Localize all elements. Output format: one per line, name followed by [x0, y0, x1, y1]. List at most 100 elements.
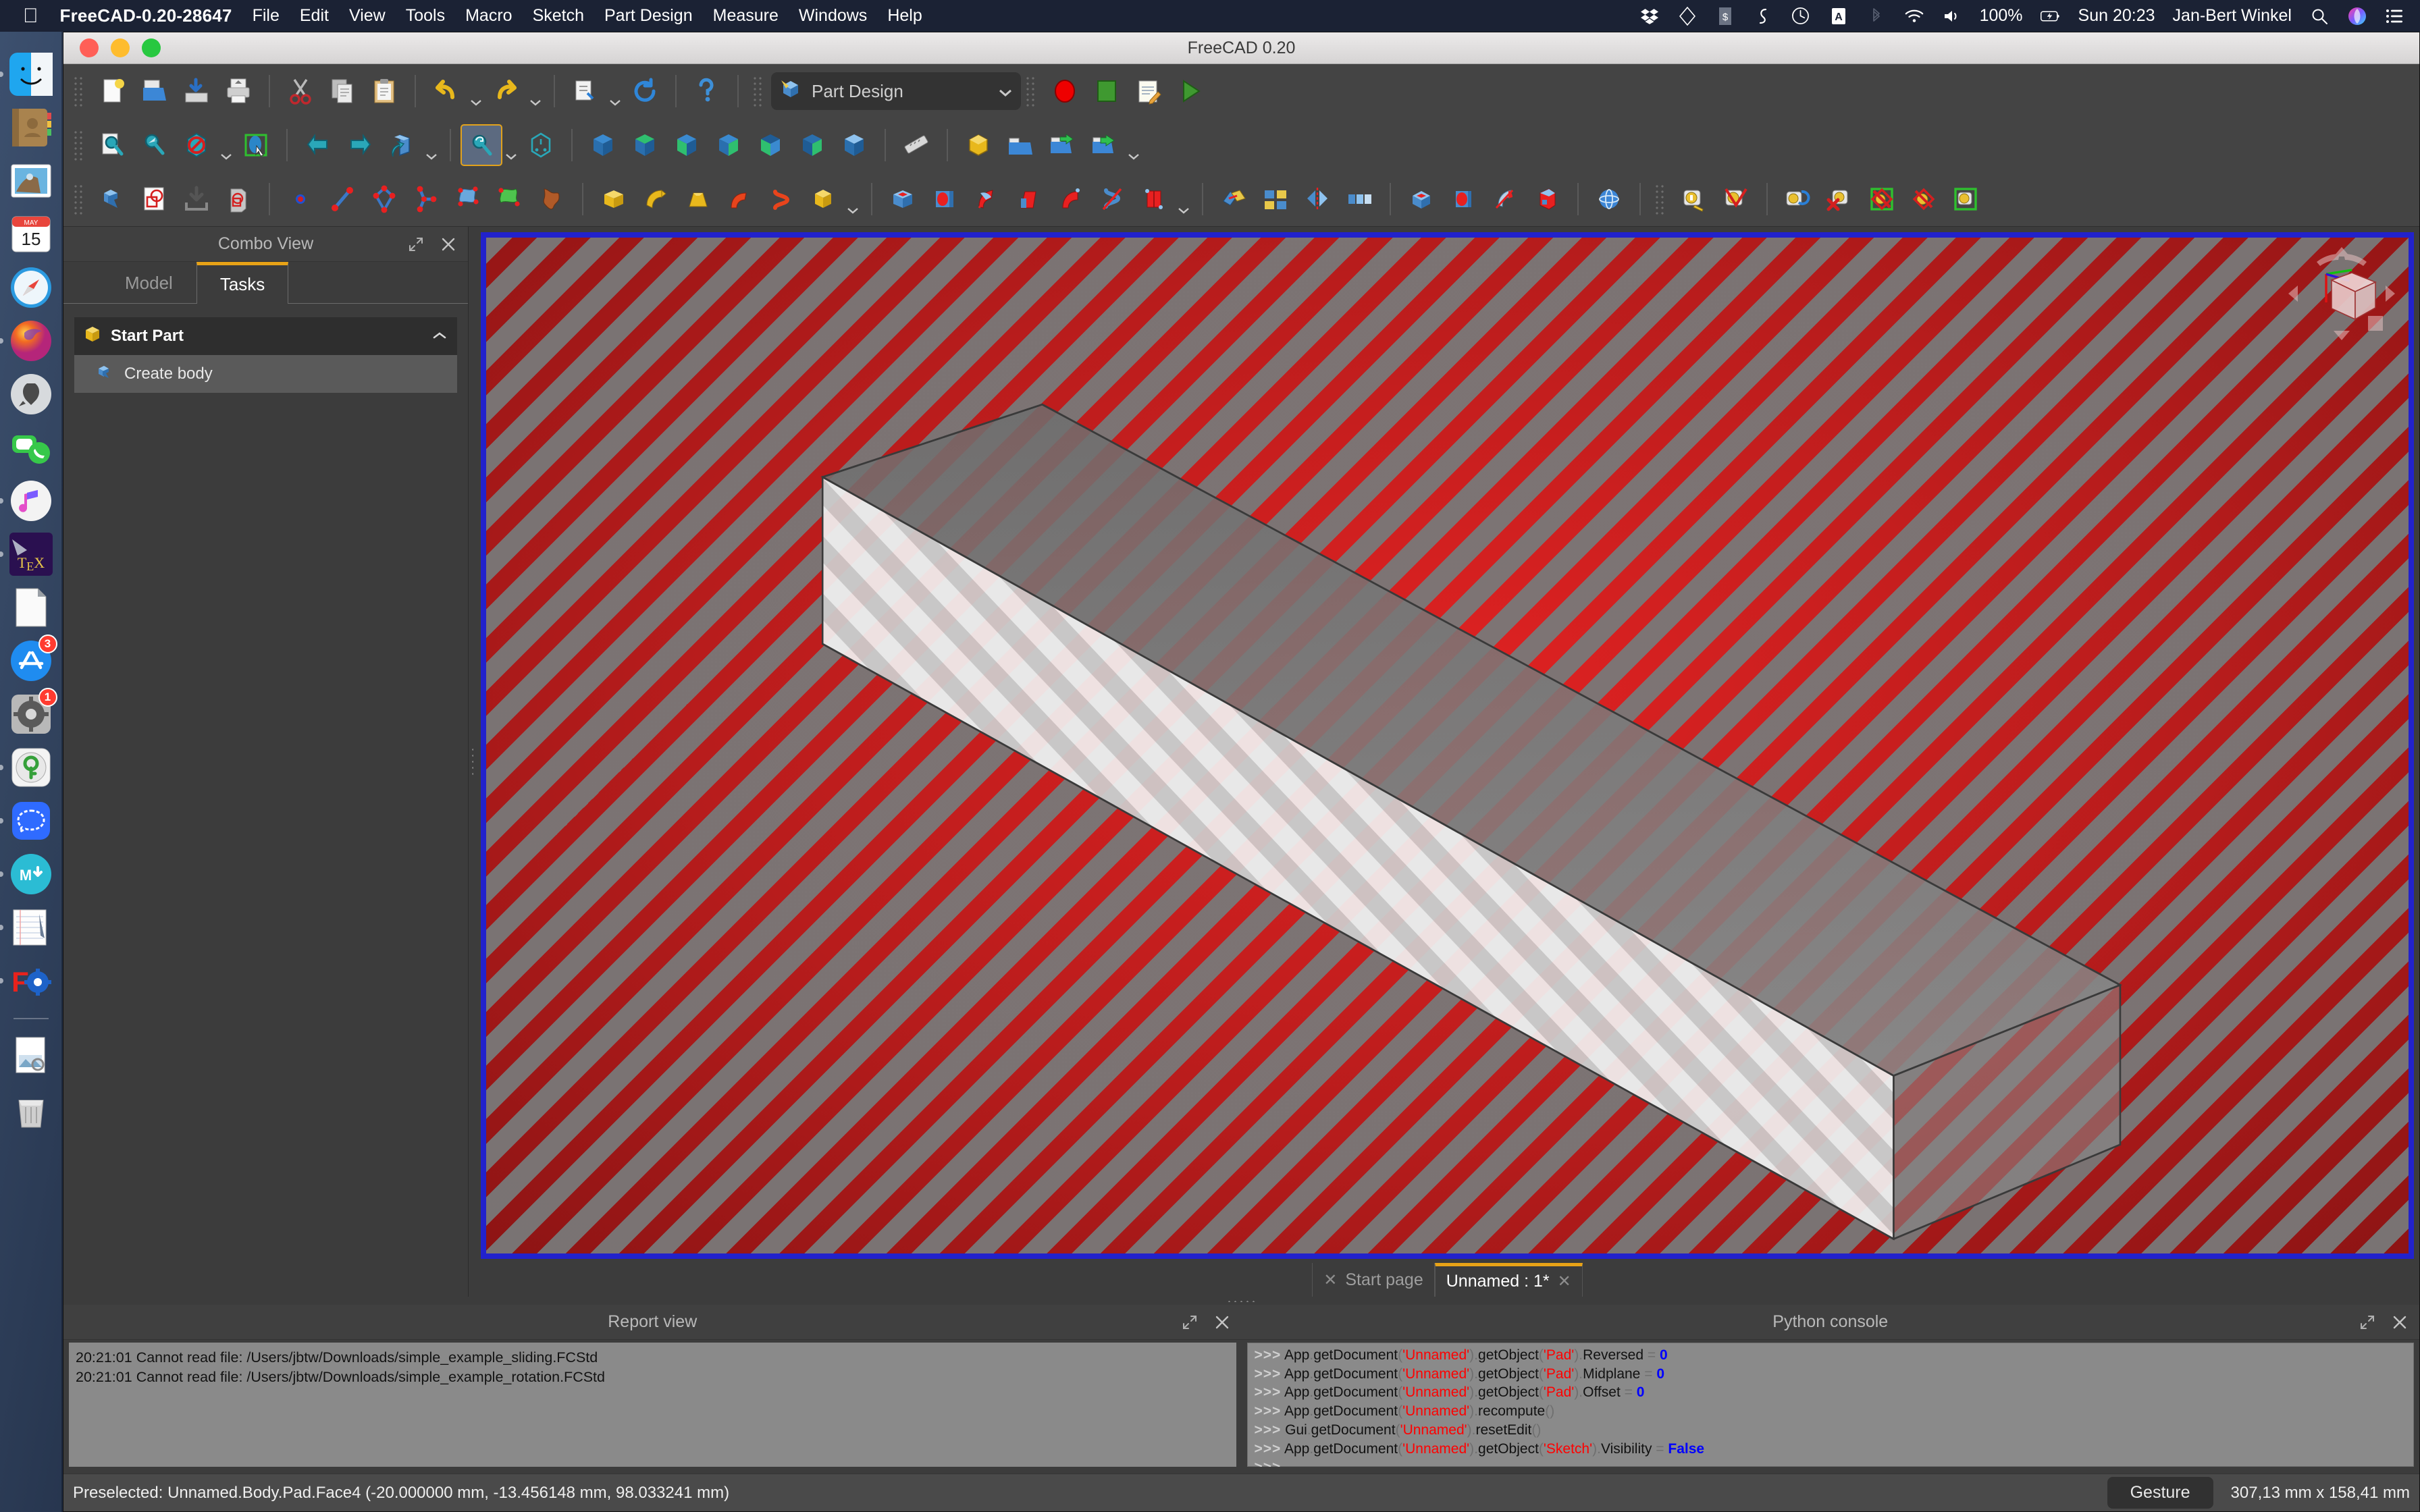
create-point-icon[interactable]: [280, 178, 321, 220]
measure-toggle-all-icon[interactable]: [1945, 178, 1987, 220]
dollar-script-icon[interactable]: $: [1715, 6, 1735, 26]
toolbar-grip[interactable]: [752, 76, 764, 107]
workbench-selector[interactable]: Part Design: [771, 72, 1021, 110]
axonometric-icon[interactable]: [381, 124, 423, 166]
panel-splitter-horizontal[interactable]: [63, 1297, 2419, 1305]
menu-view[interactable]: View: [349, 6, 386, 26]
menu-file[interactable]: File: [253, 6, 280, 26]
fillet-icon[interactable]: [1400, 178, 1442, 220]
attach-sketch-icon[interactable]: [176, 178, 217, 220]
measure-angle-icon[interactable]: [1715, 178, 1757, 220]
open-file-icon[interactable]: [134, 70, 176, 112]
std-view-back-icon[interactable]: [297, 124, 339, 166]
python-console-log[interactable]: >>> App.getDocument('Unnamed').getObject…: [1246, 1343, 2414, 1467]
link-make-icon[interactable]: [1041, 124, 1083, 166]
create-datum-icon[interactable]: [405, 178, 447, 220]
chevron-up-icon[interactable]: [431, 327, 448, 346]
dock-item-tex[interactable]: TEX: [0, 532, 53, 576]
menu-measure[interactable]: Measure: [713, 6, 779, 26]
create-sketch-icon[interactable]: [134, 178, 176, 220]
close-icon[interactable]: ✕: [1558, 1272, 1571, 1291]
chevron-down-icon[interactable]: [998, 81, 1013, 102]
create-shape-binder-icon[interactable]: [447, 178, 489, 220]
doc-tab-unnamed[interactable]: Unnamed : 1* ✕: [1434, 1263, 1583, 1297]
dock-item-macdown[interactable]: M: [0, 852, 53, 896]
additive-pipe-icon[interactable]: [718, 178, 760, 220]
view-left-icon[interactable]: [791, 124, 833, 166]
chevron-down-icon[interactable]: [502, 124, 520, 166]
close-icon[interactable]: [2390, 1312, 2410, 1332]
zoom-rotate-icon[interactable]: [461, 124, 502, 166]
tab-model[interactable]: Model: [101, 262, 196, 303]
navigation-style-button[interactable]: Gesture: [2107, 1477, 2213, 1509]
dock-item-calendar[interactable]: MAY 15: [9, 212, 53, 256]
dock-item-preview-document[interactable]: [9, 585, 53, 630]
subtractive-helix-icon[interactable]: [1091, 178, 1133, 220]
view-front-icon[interactable]: [520, 124, 562, 166]
toolbar-grip[interactable]: [1025, 76, 1037, 107]
groove-icon[interactable]: [966, 178, 1007, 220]
tab-tasks[interactable]: Tasks: [196, 262, 289, 304]
whats-this-icon[interactable]: [686, 70, 728, 112]
menubar-clock[interactable]: Sun 20:23: [2078, 6, 2155, 26]
create-polyline-icon[interactable]: [363, 178, 405, 220]
view-right-icon[interactable]: [666, 124, 708, 166]
revolution-icon[interactable]: [635, 178, 677, 220]
group-icon[interactable]: [999, 124, 1041, 166]
std-view-forward-icon[interactable]: [339, 124, 381, 166]
dock-item-system-preferences[interactable]: 1: [9, 688, 57, 736]
dock-item-downloads-stack[interactable]: [9, 1034, 53, 1079]
menu-macro[interactable]: Macro: [465, 6, 512, 26]
sync-icon[interactable]: [1753, 6, 1773, 26]
input-source-a-icon[interactable]: A: [1829, 6, 1849, 26]
expand-icon[interactable]: [406, 234, 426, 254]
menu-help[interactable]: Help: [887, 6, 922, 26]
undo-icon[interactable]: [425, 70, 467, 112]
python-console-content[interactable]: >>> App.getDocument('Unnamed').getObject…: [1246, 1343, 2414, 1467]
doc-tab-start-page[interactable]: ✕ Start page: [1312, 1263, 1435, 1297]
close-icon[interactable]: ✕: [1323, 1270, 1337, 1290]
dock-item-keychain[interactable]: [0, 745, 53, 790]
chevron-down-icon[interactable]: [527, 70, 544, 112]
toolbar-grip[interactable]: [1654, 184, 1666, 215]
chevron-down-icon[interactable]: [1125, 124, 1142, 166]
expand-icon[interactable]: [1180, 1312, 1200, 1332]
menu-tools[interactable]: Tools: [406, 6, 445, 26]
dock-item-app-store[interactable]: 3: [9, 634, 57, 683]
task-group-header[interactable]: Start Part: [74, 317, 457, 355]
menubar-username[interactable]: Jan-Bert Winkel: [2173, 6, 2292, 26]
report-log[interactable]: 20:21:01 Cannot read file: /Users/jbtw/D…: [69, 1343, 1236, 1467]
pocket-icon[interactable]: [882, 178, 924, 220]
copy-icon[interactable]: [321, 70, 363, 112]
create-sub-object-binder-icon[interactable]: [489, 178, 531, 220]
chevron-down-icon[interactable]: [606, 70, 624, 112]
macro-record-icon[interactable]: [1044, 70, 1086, 112]
close-icon[interactable]: [438, 234, 458, 254]
close-icon[interactable]: [1212, 1312, 1232, 1332]
3d-viewport[interactable]: [481, 232, 2414, 1259]
additive-loft-icon[interactable]: [677, 178, 718, 220]
sphere-icon[interactable]: [1588, 178, 1630, 220]
dock-item-facetime[interactable]: [9, 425, 53, 470]
dock-item-mail[interactable]: [9, 159, 53, 203]
select-box-icon[interactable]: [235, 124, 277, 166]
multi-transform-icon[interactable]: [1255, 178, 1296, 220]
draft-icon[interactable]: [1484, 178, 1526, 220]
refine-shape-icon[interactable]: [564, 70, 606, 112]
refresh-icon[interactable]: [624, 70, 666, 112]
menubar-app-title[interactable]: FreeCAD-0.20-28647: [60, 5, 232, 26]
toolbar-grip[interactable]: [73, 130, 85, 161]
mirrored-icon[interactable]: [1296, 178, 1338, 220]
macro-edit-icon[interactable]: [1128, 70, 1169, 112]
navigation-cube[interactable]: [2284, 243, 2399, 344]
dock-item-signal[interactable]: [0, 799, 53, 843]
view-dimetric-icon[interactable]: [833, 124, 875, 166]
chevron-down-icon[interactable]: [467, 70, 485, 112]
fit-all-icon[interactable]: [92, 124, 134, 166]
toolbar-grip[interactable]: [73, 76, 85, 107]
draw-style-icon[interactable]: [176, 124, 217, 166]
redo-icon[interactable]: [485, 70, 527, 112]
siri-icon[interactable]: [2347, 6, 2367, 26]
create-line-icon[interactable]: [321, 178, 363, 220]
panel-splitter-vertical[interactable]: [469, 227, 475, 1297]
